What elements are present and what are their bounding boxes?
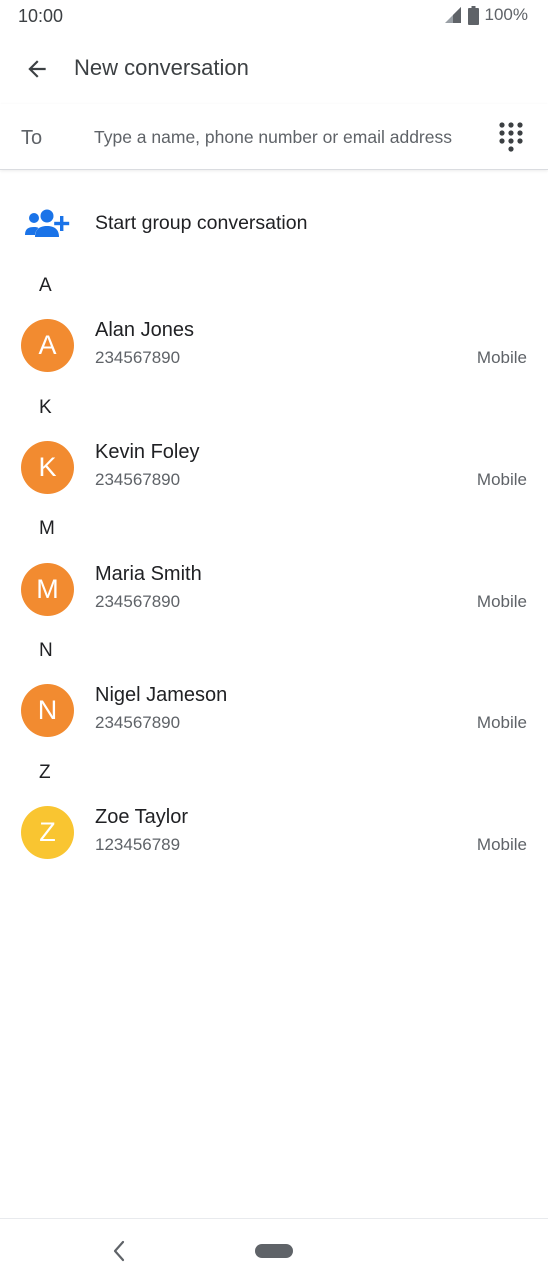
to-label: To [21, 127, 43, 149]
battery-icon [467, 5, 479, 25]
contact-number-type: Mobile [476, 835, 527, 854]
section-header-z: Z [39, 762, 51, 783]
contact-number: 123456789 [95, 835, 181, 854]
start-group-conversation[interactable]: Start group conversation [0, 190, 548, 256]
dialpad-button[interactable] [494, 120, 528, 154]
contact-row-kevin-foley[interactable]: K Kevin Foley 234567890 Mobile [0, 435, 548, 501]
avatar: M [21, 563, 74, 616]
status-indicators: 100% [444, 5, 528, 25]
section-header-a: A [39, 275, 52, 296]
nav-back-button[interactable] [106, 1237, 132, 1265]
chevron-left-icon [113, 1240, 125, 1262]
section-header-m: M [39, 518, 55, 539]
contact-name: Nigel Jameson [95, 684, 228, 706]
contact-name: Maria Smith [95, 563, 202, 585]
contact-row-nigel-jameson[interactable]: N Nigel Jameson 234567890 Mobile [0, 678, 548, 744]
avatar: Z [21, 806, 74, 859]
battery-percent: 100% [484, 5, 528, 24]
contact-number-type: Mobile [476, 592, 527, 611]
app-bar: New conversation [0, 34, 548, 104]
section-header-n: N [39, 640, 53, 661]
contact-number: 234567890 [95, 470, 181, 489]
status-bar: 10:00 100% [0, 0, 548, 34]
contact-number: 234567890 [95, 592, 181, 611]
contact-number-type: Mobile [476, 713, 527, 732]
contact-number: 234567890 [95, 713, 181, 732]
contact-name: Zoe Taylor [95, 806, 189, 828]
contact-number-type: Mobile [476, 470, 527, 489]
contact-row-zoe-taylor[interactable]: Z Zoe Taylor 123456789 Mobile [0, 800, 548, 866]
contact-number-type: Mobile [476, 348, 527, 367]
system-nav-bar [0, 1218, 548, 1282]
recipient-input[interactable] [94, 120, 479, 154]
arrow-back-icon [28, 60, 46, 78]
signal-icon [444, 6, 462, 24]
contact-number: 234567890 [95, 348, 181, 367]
back-button[interactable] [20, 52, 54, 86]
avatar: A [21, 319, 74, 372]
avatar: N [21, 684, 74, 737]
contact-name: Alan Jones [95, 319, 194, 341]
contact-row-alan-jones[interactable]: A Alan Jones 234567890 Mobile [0, 313, 548, 379]
status-time: 10:00 [18, 6, 64, 26]
dialpad-icon [499, 122, 523, 152]
recipient-bar: To [0, 104, 548, 170]
start-group-label: Start group conversation [95, 212, 308, 234]
nav-home-pill[interactable] [255, 1244, 293, 1258]
contact-name: Kevin Foley [95, 441, 200, 463]
section-header-k: K [39, 397, 52, 418]
page-title: New conversation [74, 55, 249, 80]
avatar: K [21, 441, 74, 494]
group-add-icon [25, 209, 70, 237]
contact-row-maria-smith[interactable]: M Maria Smith 234567890 Mobile [0, 557, 548, 623]
